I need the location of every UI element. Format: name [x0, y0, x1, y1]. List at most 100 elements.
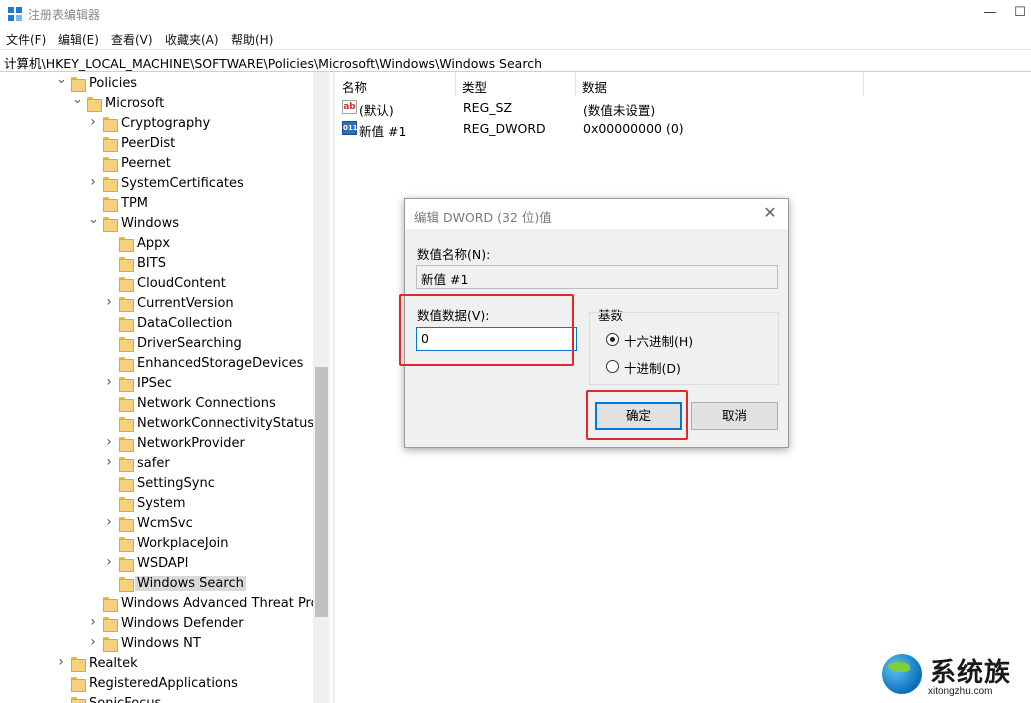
folder-icon [87, 97, 102, 112]
address-path[interactable]: 计算机\HKEY_LOCAL_MACHINE\SOFTWARE\Policies… [4, 53, 542, 72]
tree-item-tpm[interactable]: TPM [0, 194, 330, 214]
value-name-field[interactable]: 新值 #1 [416, 265, 778, 289]
tree-item-label: Windows Advanced Threat Prote [121, 596, 330, 611]
cancel-button[interactable]: 取消 [691, 402, 778, 430]
tree-item-registeredapplications[interactable]: RegisteredApplications [0, 674, 330, 694]
tree-item-network-connections[interactable]: Network Connections [0, 394, 330, 414]
value-type: REG_DWORD [463, 121, 546, 136]
hex-radio-label: 十六进制(H) [624, 334, 694, 349]
tree-item-driversearching[interactable]: DriverSearching [0, 334, 330, 354]
tree-item-workplacejoin[interactable]: WorkplaceJoin [0, 534, 330, 554]
minimize-button[interactable]: — [980, 4, 1000, 22]
tree-item-windows-advanced-threat-prote[interactable]: Windows Advanced Threat Prote [0, 594, 330, 614]
menu-favorites[interactable]: 收藏夹(A) [165, 31, 219, 48]
chevron-right-icon[interactable]: › [56, 654, 66, 670]
tree-scroll-thumb[interactable] [315, 367, 328, 617]
folder-icon [119, 417, 134, 432]
tree-item-wsdapi[interactable]: › WSDAPI [0, 554, 330, 574]
folder-icon [103, 117, 118, 132]
tree-item-bits[interactable]: BITS [0, 254, 330, 274]
folder-icon [71, 77, 86, 92]
tree-item-datacollection[interactable]: DataCollection [0, 314, 330, 334]
tree-item-label: System [137, 496, 186, 511]
value-row[interactable]: 011 新值 #1 REG_DWORD 0x00000000 (0) [336, 119, 856, 139]
folder-icon [119, 517, 134, 532]
menu-file[interactable]: 文件(F) [6, 31, 46, 48]
menu-help[interactable]: 帮助(H) [231, 31, 273, 48]
pane-splitter[interactable] [332, 72, 335, 703]
folder-icon [103, 217, 118, 232]
tree-item-microsoft[interactable]: ⌄ Microsoft [0, 92, 330, 114]
chevron-right-icon[interactable]: › [104, 434, 114, 450]
chevron-right-icon[interactable]: › [104, 294, 114, 310]
tree-item-label: SonicFocus [87, 696, 163, 703]
tree-scrollbar[interactable] [313, 72, 330, 703]
column-type-header[interactable]: 类型 [456, 72, 576, 96]
value-row[interactable]: ab (默认) REG_SZ (数值未设置) [336, 98, 856, 118]
tree-item-cloudcontent[interactable]: CloudContent [0, 274, 330, 294]
dec-radio-dot[interactable] [606, 360, 619, 373]
folder-icon [119, 497, 134, 512]
menu-view[interactable]: 查看(V) [111, 31, 153, 48]
tree-item-sonicfocus[interactable]: SonicFocus [0, 694, 330, 703]
tree-item-wcmsvc[interactable]: › WcmSvc [0, 514, 330, 534]
tree-item-label: SystemCertificates [121, 176, 244, 191]
tree-item-windows-defender[interactable]: › Windows Defender [0, 614, 330, 634]
chevron-right-icon[interactable]: › [104, 454, 114, 470]
folder-icon [119, 437, 134, 452]
tree-item-realtek[interactable]: › Realtek [0, 654, 330, 674]
tree-item-label: Windows Search [135, 576, 246, 591]
tree-item-cryptography[interactable]: › Cryptography [0, 114, 330, 134]
address-bar[interactable]: 计算机\HKEY_LOCAL_MACHINE\SOFTWARE\Policies… [0, 50, 1031, 72]
tree-item-label: CloudContent [137, 276, 226, 291]
tree-item-label: WorkplaceJoin [137, 536, 229, 551]
chevron-right-icon[interactable]: › [104, 374, 114, 390]
tree-item-label: WSDAPI [137, 556, 189, 571]
hex-radio-dot[interactable] [606, 333, 619, 346]
column-data-header[interactable]: 数据 [576, 72, 864, 96]
chevron-down-icon[interactable]: ⌄ [72, 92, 83, 107]
tree-item-label: PeerDist [121, 136, 176, 151]
tree-item-label: Windows NT [121, 636, 201, 651]
chevron-down-icon[interactable]: ⌄ [56, 72, 67, 87]
tree-item-systemcertificates[interactable]: › SystemCertificates [0, 174, 330, 194]
chevron-right-icon[interactable]: › [104, 514, 114, 530]
tree-item-windows-nt[interactable]: › Windows NT [0, 634, 330, 654]
chevron-right-icon[interactable]: › [88, 174, 98, 190]
folder-icon [103, 617, 118, 632]
tree-item-settingsync[interactable]: SettingSync [0, 474, 330, 494]
tree-item-label: Peernet [121, 156, 171, 171]
tree-item-currentversion[interactable]: › CurrentVersion [0, 294, 330, 314]
maximize-button[interactable]: ☐ [1010, 4, 1030, 22]
chevron-right-icon[interactable]: › [88, 114, 98, 130]
tree-item-enhancedstoragedevices[interactable]: EnhancedStorageDevices [0, 354, 330, 374]
tree-item-peerdist[interactable]: PeerDist [0, 134, 330, 154]
folder-icon [119, 297, 134, 312]
registry-tree: ⌄ Policies ⌄ Microsoft › Cryptography PeerDist… [0, 72, 330, 703]
tree-item-networkprovider[interactable]: › NetworkProvider [0, 434, 330, 454]
tree-item-appx[interactable]: Appx [0, 234, 330, 254]
dialog-title: 编辑 DWORD (32 位)值 [414, 210, 552, 225]
tree-item-ipsec[interactable]: › IPSec [0, 374, 330, 394]
dec-radio[interactable]: 十进制(D) [606, 358, 726, 376]
tree-item-windows[interactable]: ⌄ Windows [0, 212, 330, 234]
chevron-down-icon[interactable]: ⌄ [88, 212, 99, 227]
tree-item-label: IPSec [137, 376, 173, 391]
folder-icon [119, 237, 134, 252]
tree-item-policies[interactable]: ⌄ Policies [0, 72, 330, 94]
tree-item-label: Policies [89, 76, 138, 91]
hex-radio[interactable]: 十六进制(H) [606, 331, 726, 349]
tree-item-peernet[interactable]: Peernet [0, 154, 330, 174]
tree-item-safer[interactable]: › safer [0, 454, 330, 474]
chevron-right-icon[interactable]: › [104, 554, 114, 570]
tree-item-windows-search[interactable]: Windows Search [0, 574, 330, 594]
watermark-text: 系统族 [930, 658, 1012, 688]
close-icon[interactable]: ✕ [760, 204, 780, 224]
column-name-header[interactable]: 名称 [336, 72, 456, 96]
folder-icon [103, 137, 118, 152]
tree-item-system[interactable]: System [0, 494, 330, 514]
tree-item-networkconnectivitystatusindi[interactable]: NetworkConnectivityStatusIndi [0, 414, 330, 434]
chevron-right-icon[interactable]: › [88, 614, 98, 630]
menu-edit[interactable]: 编辑(E) [58, 31, 99, 48]
chevron-right-icon[interactable]: › [88, 634, 98, 650]
